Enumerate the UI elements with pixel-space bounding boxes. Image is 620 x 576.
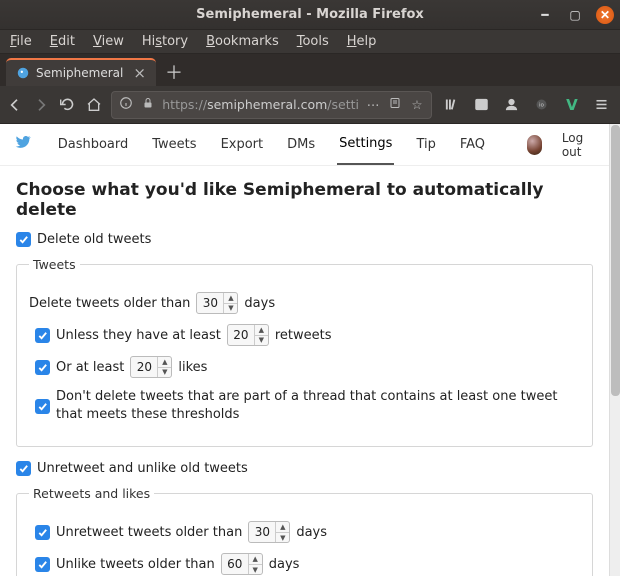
stepper-up-icon[interactable]: ▲ bbox=[276, 522, 289, 533]
nav-dms[interactable]: DMs bbox=[285, 125, 317, 164]
extension-icon-2[interactable]: V bbox=[560, 93, 584, 117]
svg-text:io: io bbox=[539, 102, 545, 108]
forward-button[interactable] bbox=[32, 93, 50, 117]
stepper-up-icon[interactable]: ▲ bbox=[249, 554, 262, 565]
checkmark-icon bbox=[35, 328, 50, 343]
checkmark-icon bbox=[35, 525, 50, 540]
stepper-down-icon[interactable]: ▼ bbox=[158, 368, 171, 378]
menu-tools[interactable]: Tools bbox=[297, 34, 329, 49]
nav-tip[interactable]: Tip bbox=[414, 125, 437, 164]
days-label: days bbox=[244, 296, 275, 311]
new-tab-button[interactable]: ＋ bbox=[160, 58, 188, 86]
page-content: Dashboard Tweets Export DMs Settings Tip… bbox=[0, 124, 609, 576]
tweets-fieldset: Tweets Delete tweets older than 30 ▲▼ da… bbox=[16, 257, 593, 447]
or-likes-checkbox[interactable]: Or at least bbox=[35, 360, 124, 375]
delete-old-tweets-checkbox[interactable]: Delete old tweets bbox=[16, 232, 593, 247]
nav-faq[interactable]: FAQ bbox=[458, 125, 487, 164]
app-nav: Dashboard Tweets Export DMs Settings Tip… bbox=[0, 124, 609, 166]
app-logo-icon bbox=[14, 133, 32, 157]
delete-older-label: Delete tweets older than bbox=[29, 296, 190, 311]
nav-settings[interactable]: Settings bbox=[337, 124, 394, 165]
extension-icon-1[interactable]: io bbox=[530, 93, 554, 117]
tab-label: Semiphemeral bbox=[36, 66, 123, 80]
days-label: days bbox=[269, 557, 300, 572]
url-text: https://semiphemeral.com/setti bbox=[162, 97, 359, 112]
likes-threshold-input[interactable]: 20 ▲▼ bbox=[130, 356, 172, 378]
menu-file[interactable]: File bbox=[10, 34, 32, 49]
back-button[interactable] bbox=[6, 93, 24, 117]
stepper-down-icon[interactable]: ▼ bbox=[249, 565, 262, 575]
account-icon[interactable] bbox=[500, 93, 524, 117]
unlike-days-input[interactable]: 60 ▲▼ bbox=[221, 553, 263, 575]
rt-likes-legend: Retweets and likes bbox=[29, 486, 154, 501]
sidebar-icon[interactable] bbox=[470, 93, 494, 117]
unretweet-older-label: Unretweet tweets older than bbox=[56, 525, 242, 540]
days-label: days bbox=[296, 525, 327, 540]
unless-retweets-label: Unless they have at least bbox=[56, 328, 221, 343]
tab-close-button[interactable]: × bbox=[133, 64, 146, 82]
tweets-legend: Tweets bbox=[29, 257, 80, 272]
checkmark-icon bbox=[35, 557, 50, 572]
menubar: File Edit View History Bookmarks Tools H… bbox=[0, 30, 620, 54]
or-likes-label: Or at least bbox=[56, 360, 124, 375]
stepper-down-icon[interactable]: ▼ bbox=[255, 336, 268, 346]
reload-button[interactable] bbox=[59, 93, 77, 117]
lock-icon[interactable] bbox=[140, 97, 156, 112]
page-actions-icon[interactable]: ⋯ bbox=[365, 97, 381, 112]
bookmark-icon[interactable]: ☆ bbox=[409, 97, 425, 112]
scrollbar-thumb[interactable] bbox=[611, 125, 620, 396]
checkmark-icon bbox=[35, 360, 50, 375]
nav-export[interactable]: Export bbox=[219, 125, 266, 164]
menu-edit[interactable]: Edit bbox=[50, 34, 75, 49]
app-menu-button[interactable] bbox=[590, 93, 614, 117]
retweets-threshold-input[interactable]: 20 ▲▼ bbox=[227, 324, 269, 346]
window-maximize-button[interactable]: ▢ bbox=[566, 6, 584, 24]
delete-old-tweets-label: Delete old tweets bbox=[37, 232, 151, 247]
avatar[interactable] bbox=[527, 135, 542, 155]
page-title: Choose what you'd like Semiphemeral to a… bbox=[16, 180, 593, 220]
unlike-older-label: Unlike tweets older than bbox=[56, 557, 215, 572]
unretweet-unlike-checkbox[interactable]: Unretweet and unlike old tweets bbox=[16, 461, 593, 476]
unretweet-days-input[interactable]: 30 ▲▼ bbox=[248, 521, 290, 543]
likes-label: likes bbox=[178, 360, 207, 375]
site-info-icon[interactable] bbox=[118, 96, 134, 113]
window-close-button[interactable]: ✕ bbox=[596, 6, 614, 24]
window-title: Semiphemeral - Mozilla Firefox bbox=[0, 7, 620, 22]
browser-toolbar: https://semiphemeral.com/setti ⋯ ☆ io V bbox=[0, 86, 620, 124]
favicon-icon bbox=[16, 66, 30, 80]
unlike-older-checkbox[interactable]: Unlike tweets older than bbox=[35, 557, 215, 572]
browser-tab[interactable]: Semiphemeral × bbox=[6, 58, 156, 86]
stepper-down-icon[interactable]: ▼ bbox=[224, 304, 237, 314]
retweets-label: retweets bbox=[275, 328, 332, 343]
tab-bar: Semiphemeral × ＋ bbox=[0, 54, 620, 86]
unretweet-older-checkbox[interactable]: Unretweet tweets older than bbox=[35, 525, 242, 540]
delete-older-days-input[interactable]: 30 ▲▼ bbox=[196, 292, 238, 314]
stepper-up-icon[interactable]: ▲ bbox=[224, 293, 237, 304]
home-button[interactable] bbox=[85, 93, 103, 117]
checkmark-icon bbox=[16, 461, 31, 476]
url-bar[interactable]: https://semiphemeral.com/setti ⋯ ☆ bbox=[111, 91, 432, 119]
stepper-up-icon[interactable]: ▲ bbox=[158, 357, 171, 368]
menu-help[interactable]: Help bbox=[347, 34, 377, 49]
unretweet-unlike-label: Unretweet and unlike old tweets bbox=[37, 461, 248, 476]
rt-likes-fieldset: Retweets and likes Unretweet tweets olde… bbox=[16, 486, 593, 576]
window-minimize-button[interactable]: ━ bbox=[536, 6, 554, 24]
stepper-down-icon[interactable]: ▼ bbox=[276, 533, 289, 543]
stepper-up-icon[interactable]: ▲ bbox=[255, 325, 268, 336]
checkmark-icon bbox=[16, 232, 31, 247]
vertical-scrollbar[interactable] bbox=[609, 124, 620, 576]
thread-exempt-label: Don't delete tweets that are part of a t… bbox=[56, 388, 580, 424]
menu-history[interactable]: History bbox=[142, 34, 188, 49]
library-icon[interactable] bbox=[440, 93, 464, 117]
nav-dashboard[interactable]: Dashboard bbox=[56, 125, 131, 164]
reader-mode-icon[interactable] bbox=[387, 97, 403, 112]
menu-bookmarks[interactable]: Bookmarks bbox=[206, 34, 279, 49]
nav-tweets[interactable]: Tweets bbox=[150, 125, 198, 164]
checkmark-icon bbox=[35, 399, 50, 414]
menu-view[interactable]: View bbox=[93, 34, 124, 49]
thread-exempt-checkbox[interactable]: Don't delete tweets that are part of a t… bbox=[35, 388, 580, 424]
unless-retweets-checkbox[interactable]: Unless they have at least bbox=[35, 328, 221, 343]
logout-link[interactable]: Log out bbox=[562, 131, 595, 159]
